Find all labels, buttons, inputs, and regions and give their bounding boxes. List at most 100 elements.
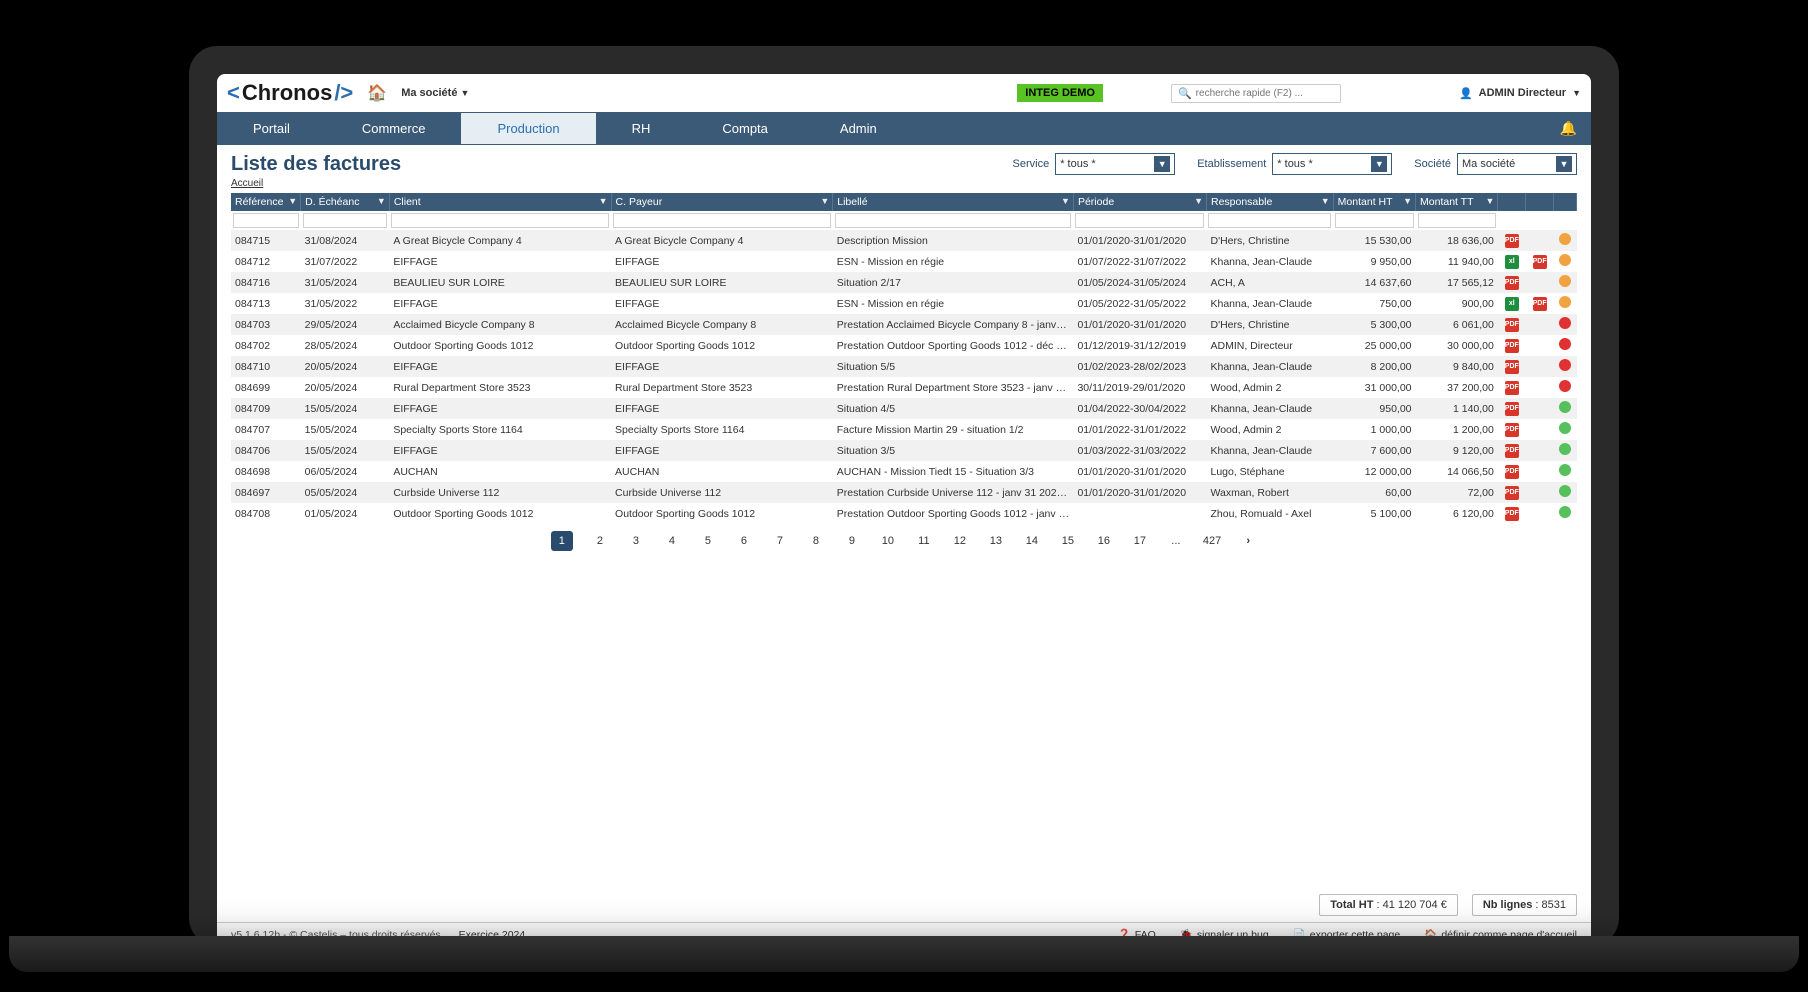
nav-compta[interactable]: Compta [686, 113, 804, 144]
page-link[interactable]: 5 [699, 535, 717, 547]
pdf-icon[interactable]: PDF [1505, 276, 1519, 290]
page-link[interactable]: 6 [735, 535, 753, 547]
filter-periode[interactable] [1075, 213, 1204, 228]
footer-homepage[interactable]: 🏠 définir comme page d'accueil [1424, 928, 1577, 941]
pdf-icon[interactable]: PDF [1505, 318, 1519, 332]
page-link[interactable]: 16 [1095, 535, 1113, 547]
app-logo: <Chronos/> [227, 80, 353, 106]
nav-commerce[interactable]: Commerce [326, 113, 462, 144]
pdf-icon[interactable]: PDF [1505, 381, 1519, 395]
col-responsable[interactable]: Responsable▼ [1206, 193, 1333, 211]
next-page-icon[interactable]: › [1239, 535, 1257, 547]
table-row[interactable]: 08470915/05/2024EIFFAGEEIFFAGESituation … [231, 398, 1577, 419]
page-link[interactable]: 3 [627, 535, 645, 547]
page-title: Liste des factures [231, 153, 401, 176]
status-dot [1559, 401, 1571, 413]
search-icon: 🔍 [1178, 87, 1192, 100]
footer-faq[interactable]: ❓ FAQ [1118, 928, 1156, 941]
page-link[interactable]: 4 [663, 535, 681, 547]
status-dot [1559, 443, 1571, 455]
col-echeance[interactable]: D. Échéanc▼ [301, 193, 390, 211]
filter-etab-select[interactable]: * tous *▼ [1272, 153, 1392, 175]
footer-exercice[interactable]: Exercice 2024 [459, 929, 526, 941]
home-icon[interactable]: 🏠 [367, 83, 387, 103]
page-link[interactable]: 15 [1059, 535, 1077, 547]
table-row[interactable]: 08471631/05/2024BEAULIEU SUR LOIREBEAULI… [231, 272, 1577, 293]
excel-icon[interactable]: xl [1505, 255, 1519, 269]
col-payeur[interactable]: C. Payeur▼ [611, 193, 833, 211]
col-montant-ht[interactable]: Montant HT▼ [1333, 193, 1415, 211]
nav-production[interactable]: Production [461, 113, 595, 144]
filter-service-select[interactable]: * tous *▼ [1055, 153, 1175, 175]
table-row[interactable]: 08470228/05/2024Outdoor Sporting Goods 1… [231, 335, 1577, 356]
filter-etab-label: Etablissement [1197, 158, 1266, 170]
table-row[interactable]: 08469705/05/2024Curbside Universe 112Cur… [231, 482, 1577, 503]
filter-client[interactable] [391, 213, 609, 228]
pdf-icon[interactable]: PDF [1505, 402, 1519, 416]
page-link[interactable]: 2 [591, 535, 609, 547]
page-link[interactable]: 12 [951, 535, 969, 547]
table-row[interactable]: 08471020/05/2024EIFFAGEEIFFAGESituation … [231, 356, 1577, 377]
filter-tt[interactable] [1418, 213, 1496, 228]
breadcrumb[interactable]: Accueil [231, 178, 401, 189]
main-nav: Portail Commerce Production RH Compta Ad… [217, 112, 1591, 145]
filter-responsable[interactable] [1208, 213, 1331, 228]
pdf-icon[interactable]: PDF [1505, 507, 1519, 521]
nav-portail[interactable]: Portail [217, 113, 326, 144]
table-row[interactable]: 08470615/05/2024EIFFAGEEIFFAGESituation … [231, 440, 1577, 461]
nav-admin[interactable]: Admin [804, 113, 913, 144]
user-menu[interactable]: 👤 ADMIN Directeur ▼ [1459, 87, 1581, 100]
page-link[interactable]: 7 [771, 535, 789, 547]
page-link[interactable]: 11 [915, 535, 933, 547]
footer-bug[interactable]: 🐞 signaler un bug [1180, 928, 1269, 941]
search-input[interactable]: 🔍 [1171, 84, 1341, 103]
filter-ht[interactable] [1335, 213, 1413, 228]
page-link[interactable]: 10 [879, 535, 897, 547]
col-client[interactable]: Client▼ [389, 193, 611, 211]
col-libelle[interactable]: Libellé▼ [833, 193, 1074, 211]
col-montant-tt[interactable]: Montant TT▼ [1416, 193, 1498, 211]
pdf-icon[interactable]: PDF [1505, 486, 1519, 500]
table-row[interactable]: 08471531/08/2024A Great Bicycle Company … [231, 230, 1577, 251]
col-periode[interactable]: Période▼ [1073, 193, 1206, 211]
page-link[interactable]: 1 [551, 531, 573, 551]
page-link[interactable]: 9 [843, 535, 861, 547]
notifications-icon[interactable]: 🔔 [1546, 112, 1591, 145]
footer-export[interactable]: 📄 exporter cette page [1293, 928, 1401, 941]
pager: 1234567891011121314151617...427› [217, 521, 1591, 561]
col-reference[interactable]: Référence▼ [231, 193, 301, 211]
table-row[interactable]: 08471231/07/2022EIFFAGEEIFFAGEESN - Miss… [231, 251, 1577, 272]
page-link[interactable]: 14 [1023, 535, 1041, 547]
filter-icon[interactable]: ▼ [288, 196, 297, 206]
table-row[interactable]: 08470715/05/2024Specialty Sports Store 1… [231, 419, 1577, 440]
filter-payeur[interactable] [613, 213, 831, 228]
table-row[interactable]: 08470329/05/2024Acclaimed Bicycle Compan… [231, 314, 1577, 335]
pdf-icon[interactable]: PDF [1533, 255, 1547, 269]
pdf-icon[interactable]: PDF [1505, 339, 1519, 353]
table-row[interactable]: 08471331/05/2022EIFFAGEEIFFAGEESN - Miss… [231, 293, 1577, 314]
filter-libelle[interactable] [835, 213, 1072, 228]
filter-societe-select[interactable]: Ma société▼ [1457, 153, 1577, 175]
pdf-icon[interactable]: PDF [1505, 234, 1519, 248]
page-link[interactable]: 13 [987, 535, 1005, 547]
page-link[interactable]: 8 [807, 535, 825, 547]
excel-icon[interactable]: xl [1505, 297, 1519, 311]
pdf-icon[interactable]: PDF [1505, 360, 1519, 374]
pdf-icon[interactable]: PDF [1505, 444, 1519, 458]
page-link[interactable]: 427 [1203, 535, 1221, 547]
table-row[interactable]: 08469806/05/2024AUCHANAUCHANAUCHAN - Mis… [231, 461, 1577, 482]
pdf-icon[interactable]: PDF [1505, 423, 1519, 437]
pdf-icon[interactable]: PDF [1505, 465, 1519, 479]
demo-badge: INTEG DEMO [1017, 84, 1103, 102]
filter-reference[interactable] [233, 213, 299, 228]
filter-service-label: Service [1013, 158, 1050, 170]
page-link[interactable]: 17 [1131, 535, 1149, 547]
nav-rh[interactable]: RH [596, 113, 687, 144]
pdf-icon[interactable]: PDF [1533, 297, 1547, 311]
company-selector[interactable]: Ma société ▼ [401, 87, 469, 99]
page-link[interactable]: ... [1167, 535, 1185, 547]
filter-echeance[interactable] [303, 213, 388, 228]
table-header-row: Référence▼ D. Échéanc▼ Client▼ C. Payeur… [231, 193, 1577, 211]
table-row[interactable]: 08470801/05/2024Outdoor Sporting Goods 1… [231, 503, 1577, 521]
table-row[interactable]: 08469920/05/2024Rural Department Store 3… [231, 377, 1577, 398]
